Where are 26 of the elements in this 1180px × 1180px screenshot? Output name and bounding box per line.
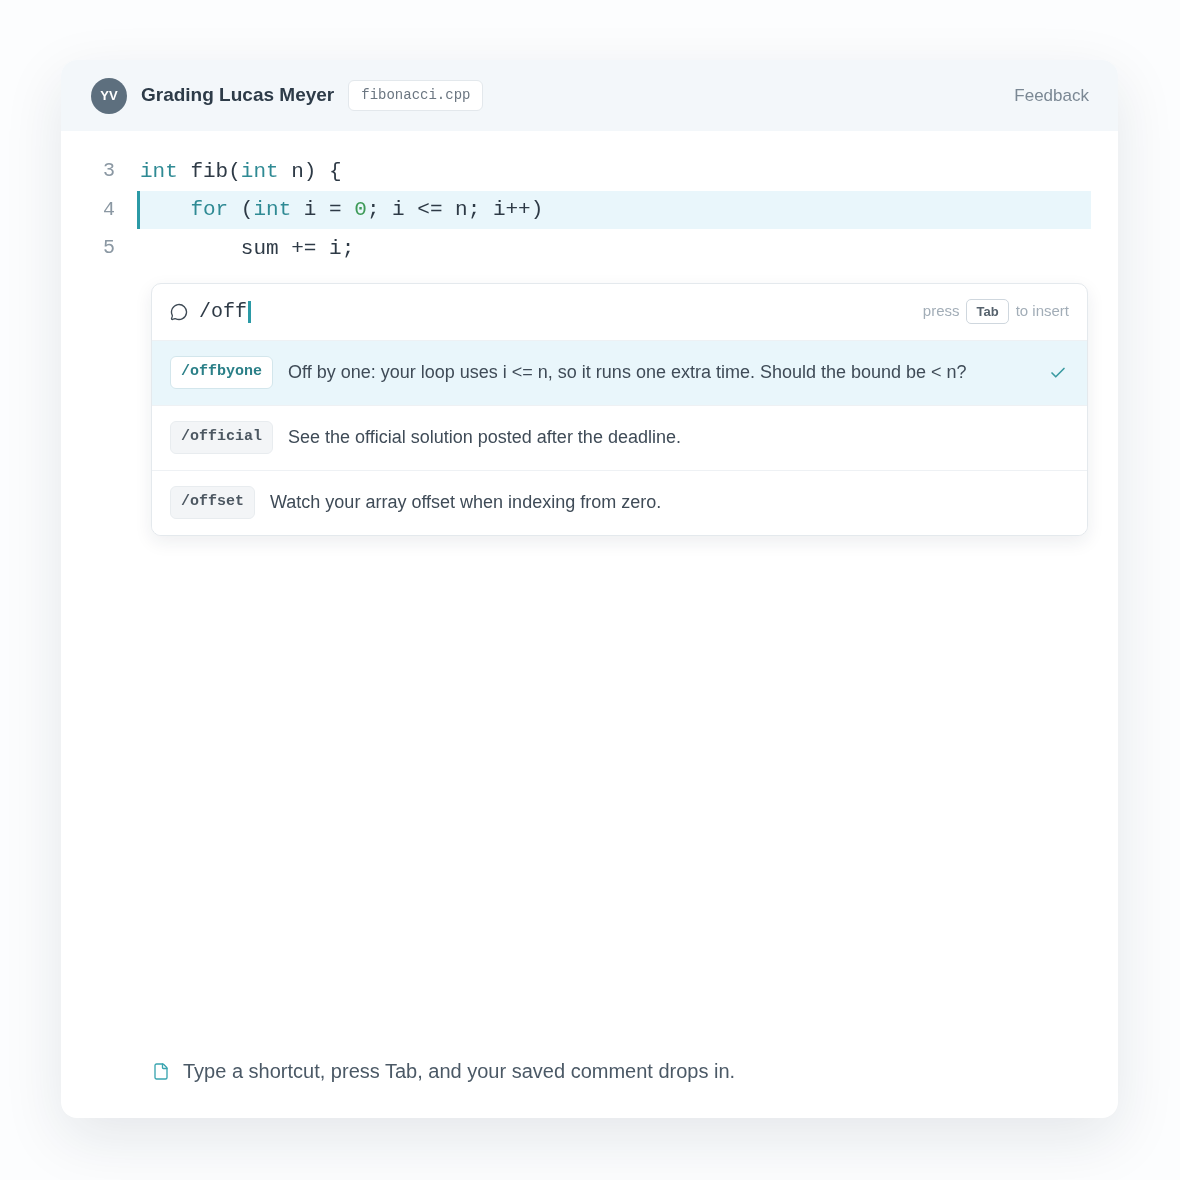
suggestion-item[interactable]: /offset Watch your array offset when indexing from zero. <box>152 469 1087 535</box>
shortcut-tag: /official <box>170 421 273 454</box>
tab-key: Tab <box>966 299 1009 324</box>
text-cursor-icon <box>248 300 251 323</box>
footer-text: Type a shortcut, press Tab, and your saved comment drops in. <box>183 1059 736 1084</box>
shortcut-tag: /offbyone <box>170 356 273 389</box>
code-line: int fib(int n) { <box>140 159 342 183</box>
suggestion-item[interactable]: /offbyone Off by one: your loop uses i <= n, so it runs one extra time. Should the bound be < n? <box>152 339 1087 405</box>
comment-icon <box>170 302 188 321</box>
line-number: 5 <box>103 238 115 259</box>
code-line: sum += i; <box>240 236 355 260</box>
shortcut-field[interactable]: /off <box>199 296 923 327</box>
line-number: 4 <box>103 199 115 220</box>
avatar: YV <box>91 77 127 114</box>
line-number: 3 <box>103 161 115 182</box>
suggestion-text: Watch your array offset when indexing from zero. <box>270 491 662 514</box>
grading-title: Grading Lucas Meyer <box>141 83 335 108</box>
code-line: for (int i = 0; i <= n; i++) <box>190 198 544 221</box>
shortcut-tag: /offset <box>170 486 255 519</box>
document-icon <box>152 1061 170 1081</box>
suggestion-text: See the official solution posted after the deadline. <box>288 426 681 449</box>
hint-text: press <box>922 301 960 322</box>
file-name-tag: fibonacci.cpp <box>348 80 484 111</box>
suggestion-item[interactable]: /official See the official solution posted after the deadline. <box>152 404 1087 470</box>
hint-text: to insert <box>1015 301 1069 322</box>
suggestion-text: Off by one: your loop uses i <= n, so it runs one extra time. Should the bound be < n? <box>288 361 967 384</box>
